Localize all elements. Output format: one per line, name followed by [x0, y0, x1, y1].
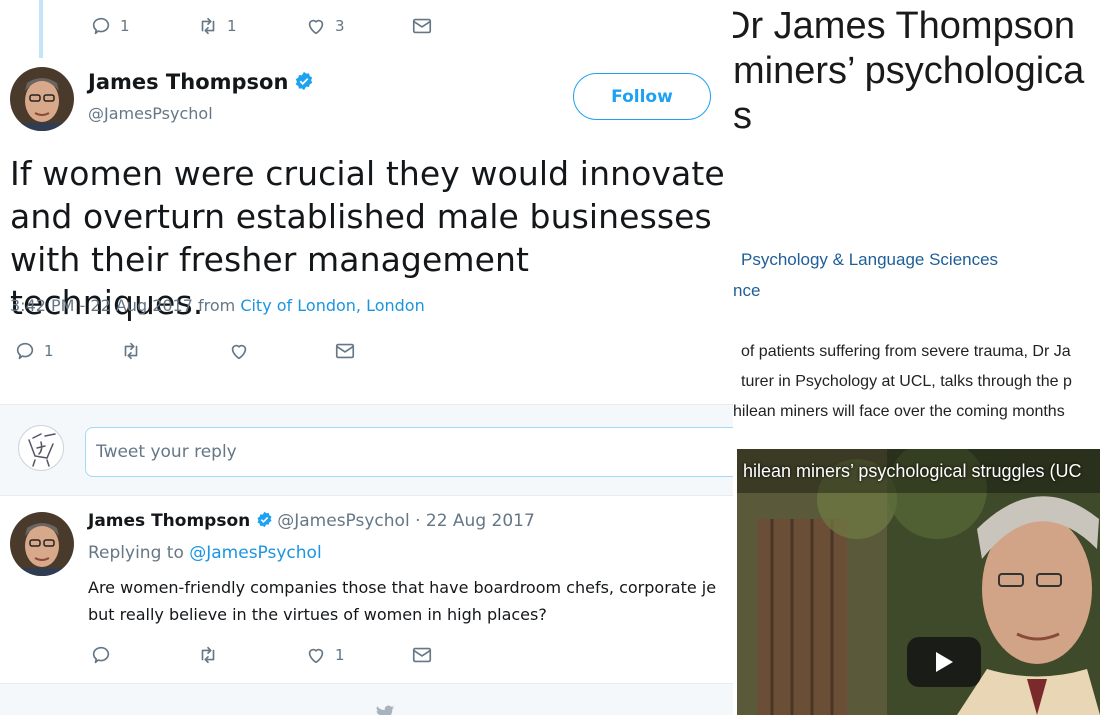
retweet-icon — [124, 342, 138, 360]
direct-message-action[interactable] — [411, 15, 433, 37]
article-title: Dr James Thompson miners’ psychologica s — [733, 4, 1100, 139]
reply-icon — [92, 646, 110, 664]
video-title[interactable]: hilean miners’ psychological struggles (… — [743, 461, 1081, 482]
mail-icon — [412, 18, 432, 34]
article-title-line-3: s — [733, 95, 752, 137]
retweet-action[interactable] — [120, 340, 142, 362]
reply-icon — [92, 17, 110, 35]
reply-count: 1 — [44, 342, 54, 360]
tweet-actions: 1 — [0, 340, 733, 364]
tweet-reply-input[interactable] — [85, 427, 733, 477]
author-avatar[interactable] — [10, 67, 74, 131]
article-pane: Dr James Thompson miners’ psychologica s… — [733, 0, 1100, 715]
timeline-footer — [0, 683, 733, 715]
direct-message-action[interactable] — [411, 644, 433, 666]
retweet-count: 1 — [227, 17, 237, 35]
reply-handle-date[interactable]: @JamesPsychol · 22 Aug 2017 — [277, 511, 535, 531]
reply-action[interactable] — [90, 644, 112, 666]
reply-icon — [16, 342, 34, 360]
verified-badge-icon — [296, 71, 313, 91]
play-icon — [936, 652, 953, 672]
replying-to-prefix: Replying to — [88, 543, 190, 563]
author-name[interactable]: James Thompson — [88, 70, 314, 94]
twitter-pane: 1 1 3 James Thompson @JamesPsychol Follo… — [0, 0, 733, 715]
retweet-action[interactable] — [197, 644, 219, 666]
follow-button[interactable]: Follow — [573, 73, 711, 120]
article-body-line-2: turer in Psychology at UCL, talks throug… — [741, 373, 1072, 390]
replying-to-line: Replying to @JamesPsychol — [88, 543, 322, 563]
author-handle[interactable]: @JamesPsychol — [88, 104, 213, 123]
mail-icon — [412, 647, 432, 663]
mail-icon — [335, 343, 355, 359]
heart-icon — [231, 344, 247, 360]
sketch-avatar-icon — [28, 433, 56, 467]
verified-badge-icon — [257, 511, 272, 528]
like-count: 1 — [335, 646, 345, 664]
article-body: of patients suffering from severe trauma… — [733, 337, 1100, 427]
department-link[interactable]: Psychology & Language Sciences — [741, 250, 998, 270]
retweet-icon — [201, 17, 215, 35]
reply-author-avatar[interactable] — [10, 512, 74, 576]
reply-tweet-text: Are women-friendly companies those that … — [88, 574, 733, 628]
tweet-metadata: 3:42 PM - 22 Aug 2017 from City of Londo… — [10, 296, 425, 315]
reply-action[interactable]: 1 — [90, 15, 130, 37]
reply-author-name[interactable]: James Thompson — [88, 511, 250, 531]
retweet-action[interactable]: 1 — [197, 15, 237, 37]
reply-count: 1 — [120, 17, 130, 35]
reply-composer — [0, 404, 733, 496]
article-title-line-1: Dr James Thompson — [733, 5, 1075, 47]
heart-icon — [308, 19, 324, 35]
twitter-bird-icon — [376, 705, 395, 715]
like-action[interactable]: 1 — [305, 644, 345, 666]
reply-text-line-1: Are women-friendly companies those that … — [88, 578, 717, 597]
user-avatar[interactable] — [18, 425, 64, 471]
department-link-2[interactable]: nce — [733, 281, 760, 301]
reply-text-line-2: but really believe in the virtues of wom… — [88, 605, 547, 624]
video-player[interactable]: hilean miners’ psychological struggles (… — [737, 449, 1100, 715]
like-count: 3 — [335, 17, 345, 35]
heart-icon — [308, 648, 324, 664]
reply-action[interactable]: 1 — [14, 340, 54, 362]
play-button[interactable] — [907, 637, 981, 687]
author-name-text: James Thompson — [88, 70, 289, 94]
direct-message-action[interactable] — [334, 340, 356, 362]
article-body-line-3: hilean miners will face over the coming … — [733, 403, 1065, 420]
tweet-location-link[interactable]: City of London, London — [240, 296, 424, 315]
replying-to-link[interactable]: @JamesPsychol — [189, 543, 321, 563]
retweet-icon — [201, 646, 215, 664]
like-action[interactable]: 3 — [305, 15, 345, 37]
previous-tweet-actions: 1 1 3 — [0, 15, 733, 39]
like-action[interactable] — [228, 340, 250, 362]
article-title-line-2: miners’ psychologica — [733, 50, 1085, 92]
article-body-line-1: of patients suffering from severe trauma… — [741, 343, 1071, 360]
reply-author-line: James Thompson @JamesPsychol · 22 Aug 201… — [88, 511, 535, 531]
tweet-timestamp[interactable]: 3:42 PM - 22 Aug 2017 from — [10, 296, 240, 315]
reply-tweet-actions: 1 — [0, 644, 733, 668]
